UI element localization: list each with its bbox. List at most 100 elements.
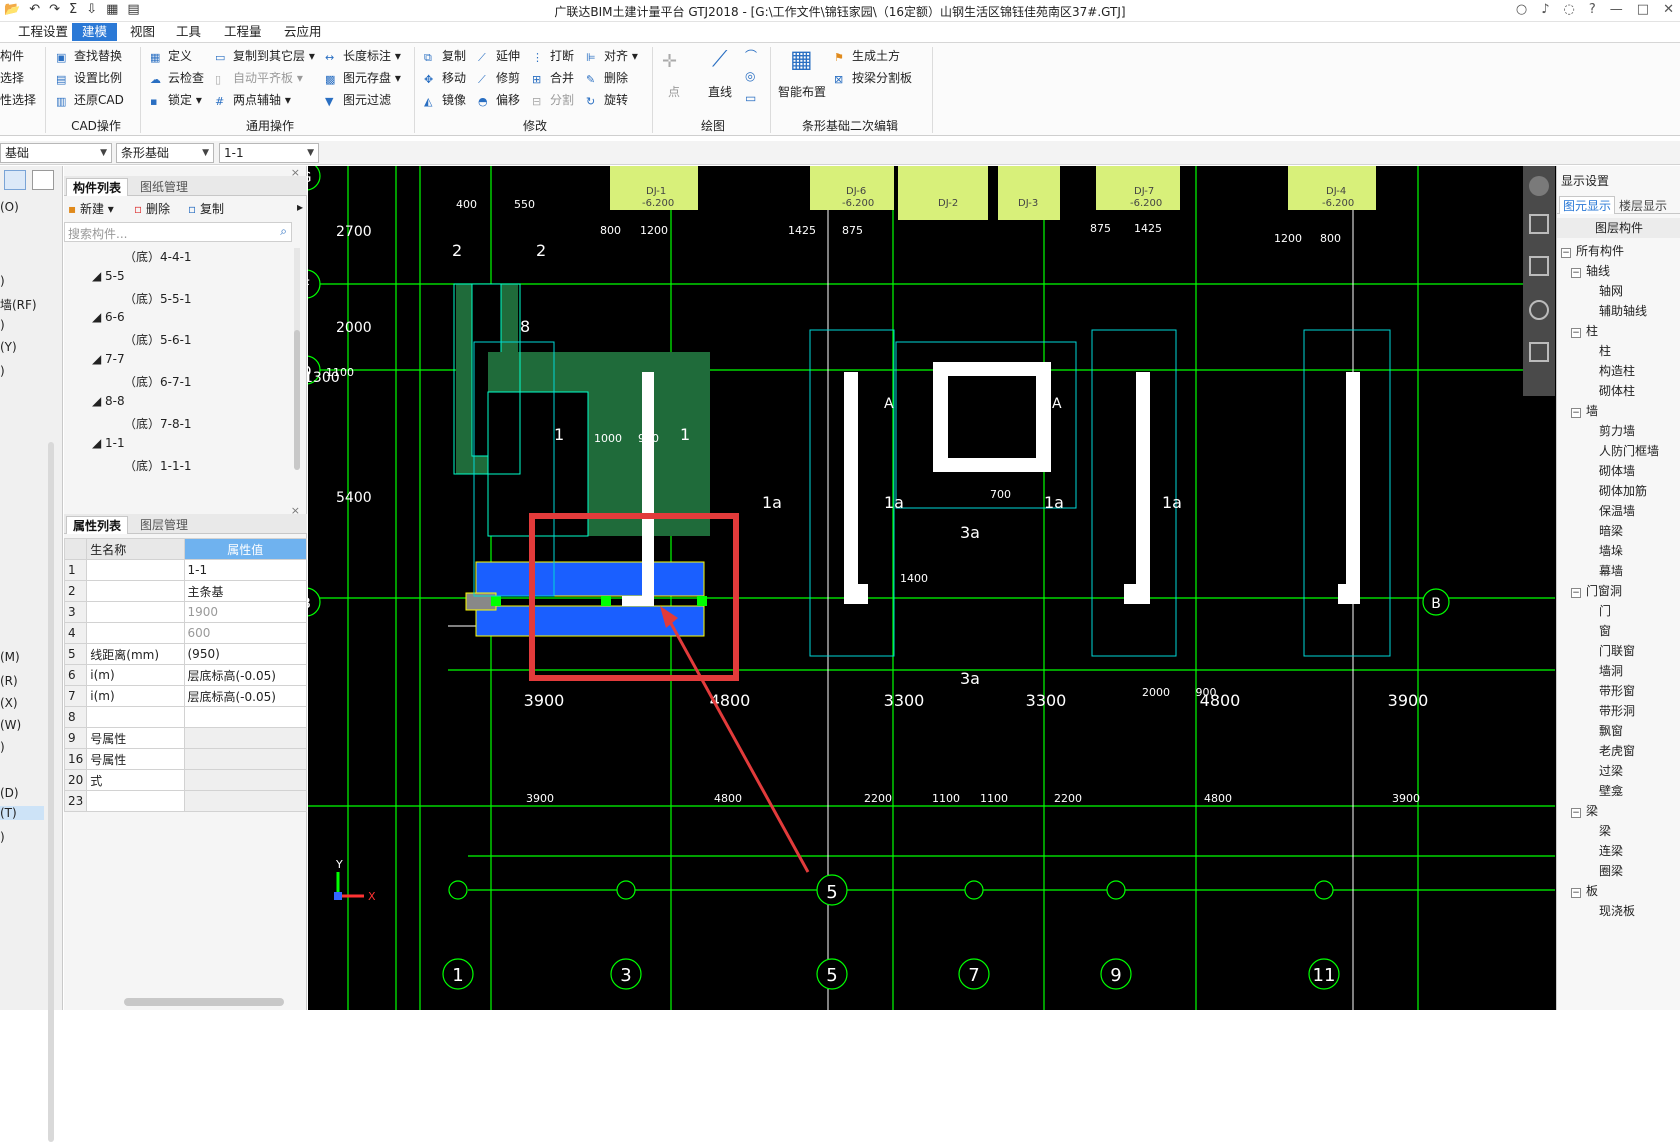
tree-item[interactable]: ◢ 6-6 (92, 310, 125, 324)
maximize-icon[interactable]: □ (1637, 2, 1649, 17)
tree-item[interactable]: 柱 (1599, 342, 1611, 359)
ribbon-property-select[interactable]: 性选择 (0, 91, 36, 108)
prop-value[interactable] (183, 706, 307, 728)
new-button[interactable]: ▪ 新建 ▾ (68, 200, 114, 217)
tree-item[interactable]: 剪力墙 (1599, 422, 1635, 439)
property-hscrollbar[interactable] (124, 998, 284, 1006)
menu-tools[interactable]: 工具 (166, 23, 211, 41)
bell-icon[interactable]: ♪ (1541, 2, 1549, 17)
prop-value[interactable]: 1-1 (183, 559, 307, 581)
prop-value[interactable]: 层底标高(-0.05) (183, 664, 307, 686)
tree-item[interactable]: 现浇板 (1599, 902, 1635, 919)
tree-item[interactable]: 人防门框墙 (1599, 442, 1659, 459)
nav-item[interactable]: ) (0, 740, 5, 754)
collapse-icon[interactable]: − (1571, 408, 1581, 418)
trim-button[interactable]: ⟋ 修剪 (478, 69, 520, 86)
table-row[interactable]: 1 1-1 (63, 559, 307, 581)
nav-item[interactable]: 墙(RF) (0, 296, 37, 313)
refresh-view-icon[interactable] (1529, 300, 1549, 320)
merge-button[interactable]: ⊞ 合并 (532, 69, 574, 86)
tree-item[interactable]: 构造柱 (1599, 362, 1635, 379)
tree-item[interactable]: 圈梁 (1599, 862, 1623, 879)
tree-item[interactable]: 窗 (1599, 622, 1611, 639)
auto-align-slab-button[interactable]: ▯ 自动平齐板 ▾ (215, 69, 303, 86)
tree-item[interactable]: 砌体加筋 (1599, 482, 1647, 499)
menu-cloud[interactable]: 云应用 (274, 23, 332, 41)
nav-item-selected[interactable]: (T) (0, 806, 44, 820)
menu-quantity[interactable]: 工程量 (214, 23, 272, 41)
tree-group[interactable]: − 梁 (1571, 802, 1598, 819)
tree-item[interactable]: ◢ 7-7 (92, 352, 125, 366)
tree-group[interactable]: − 所有构件 (1561, 242, 1624, 259)
collapse-icon[interactable]: − (1571, 268, 1581, 278)
element-filter-button[interactable]: ▼ 图元过滤 (325, 91, 391, 108)
more-icon[interactable]: ▸ (297, 200, 303, 214)
copy-to-floor-button[interactable]: ▭ 复制到其它层 ▾ (215, 47, 315, 64)
tree-item[interactable]: 带形洞 (1599, 702, 1635, 719)
nav-item[interactable]: (X) (0, 696, 18, 710)
tree-item[interactable]: 轴网 (1599, 282, 1623, 299)
save-element-button[interactable]: ▩ 图元存盘 ▾ (325, 69, 401, 86)
list-view-icon[interactable] (4, 170, 26, 190)
scroll-thumb[interactable] (294, 330, 300, 470)
tree-view-icon[interactable] (32, 170, 54, 190)
tree-item[interactable]: 老虎窗 (1599, 742, 1635, 759)
nav-item[interactable]: ) (0, 318, 5, 332)
point-button[interactable]: 点 (668, 83, 680, 100)
rotate-view-icon[interactable] (1529, 176, 1549, 196)
table-row[interactable]: 7 i(m) 层底标高(-0.05) (63, 685, 307, 707)
3d-view-icon[interactable] (1529, 214, 1549, 234)
tree-item[interactable]: 带形窗 (1599, 682, 1635, 699)
table-row[interactable]: 2 主条基 (63, 580, 307, 602)
table-row[interactable]: 9 号属性 (63, 727, 307, 749)
user-icon[interactable]: ○ (1516, 2, 1527, 17)
split-by-beam-button[interactable]: ⊠ 按梁分割板 (834, 69, 912, 86)
nav-item[interactable]: (O) (0, 200, 19, 214)
prop-value[interactable]: (950) (183, 643, 307, 665)
search-input[interactable]: 搜索构件... ⌕ (64, 222, 292, 242)
generate-earthwork-button[interactable]: ⚑ 生成土方 (834, 47, 900, 64)
find-replace-button[interactable]: ▣ 查找替换 (56, 47, 122, 64)
category-combo[interactable]: 基础 ▼ (0, 143, 112, 163)
table-row[interactable]: 23 (63, 790, 307, 812)
menu-view[interactable]: 视图 (120, 23, 165, 41)
collapse-icon[interactable]: − (1561, 248, 1571, 258)
nav-item[interactable]: (M) (0, 650, 20, 664)
menu-project-settings[interactable]: 工程设置 (8, 23, 78, 41)
rotate-button[interactable]: ↻ 旋转 (586, 91, 628, 108)
restore-cad-button[interactable]: ▥ 还原CAD (56, 91, 124, 108)
menu-modeling[interactable]: 建模 (72, 23, 118, 41)
nav-item[interactable]: ) (0, 830, 5, 844)
nav-item[interactable]: ) (0, 364, 5, 378)
tree-scrollbar[interactable] (294, 248, 300, 470)
line-button[interactable]: 直线 (708, 83, 732, 100)
tree-item[interactable]: （底）1-1-1 (124, 457, 192, 474)
copy-component-button[interactable]: ▫ 复制 (188, 200, 224, 217)
plan-view-icon[interactable] (1529, 256, 1549, 276)
search-icon[interactable]: ⌕ (280, 224, 287, 239)
close-icon[interactable]: ✕ (1663, 2, 1674, 17)
tab-component-list[interactable]: 构件列表 (66, 178, 129, 196)
cad-canvas[interactable]: DJ-1 DJ-6 DJ-2 DJ-3 DJ-7 DJ-4 -6.200 -6.… (308, 166, 1594, 1010)
tab-element-display[interactable]: 图元显示 (1559, 196, 1616, 214)
table-row[interactable]: 3 1900 (63, 601, 307, 623)
tree-item[interactable]: （底）5-5-1 (124, 290, 192, 307)
tree-item[interactable]: 墙洞 (1599, 662, 1623, 679)
tree-item[interactable]: 连梁 (1599, 842, 1623, 859)
tree-group[interactable]: − 墙 (1571, 402, 1598, 419)
tree-item[interactable]: 飘窗 (1599, 722, 1623, 739)
offset-button[interactable]: ◓ 偏移 (478, 91, 520, 108)
chat-icon[interactable]: ◌ (1564, 2, 1575, 17)
tree-item[interactable]: ◢ 5-5 (92, 269, 125, 283)
tab-drawing-manage[interactable]: 图纸管理 (134, 178, 194, 196)
prop-value[interactable]: 层底标高(-0.05) (183, 685, 307, 707)
component-combo[interactable]: 1-1 ▼ (219, 143, 319, 163)
layout-view-icon[interactable] (1529, 342, 1549, 362)
tree-item[interactable]: 砌体墙 (1599, 462, 1635, 479)
tree-item[interactable]: ◢ 8-8 (92, 394, 125, 408)
copy-button[interactable]: ⧉ 复制 (424, 47, 466, 64)
tree-item[interactable]: 幕墙 (1599, 562, 1623, 579)
length-dim-button[interactable]: ↔ 长度标注 ▾ (325, 47, 401, 64)
tree-item[interactable]: 辅助轴线 (1599, 302, 1647, 319)
nav-item[interactable]: (D) (0, 786, 19, 800)
